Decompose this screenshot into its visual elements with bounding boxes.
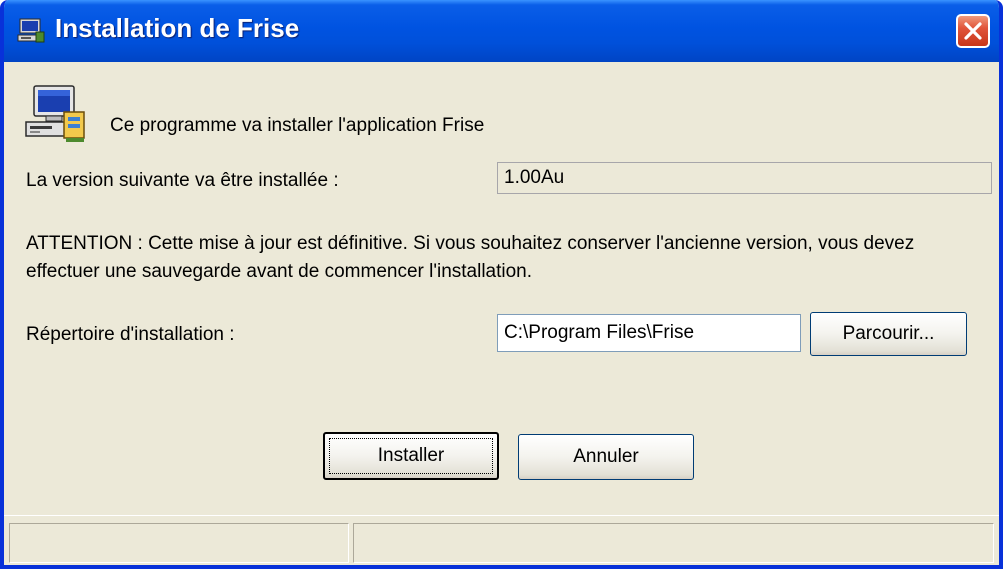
title-bar[interactable]: Installation de Frise bbox=[4, 0, 999, 62]
status-pane-right bbox=[353, 523, 994, 563]
intro-text: Ce programme va installer l'application … bbox=[110, 115, 485, 136]
window-title: Installation de Frise bbox=[55, 13, 300, 43]
focus-rectangle bbox=[329, 438, 493, 474]
browse-button[interactable]: Parcourir... bbox=[810, 312, 967, 356]
attention-text: ATTENTION : Cette mise à jour est défini… bbox=[26, 233, 915, 282]
directory-input[interactable] bbox=[497, 314, 801, 352]
installer-dialog: Installation de Frise Ce programme va in… bbox=[0, 0, 1003, 569]
install-button[interactable]: Installer bbox=[323, 432, 499, 480]
status-pane-left bbox=[9, 523, 349, 563]
dialog-content: Ce programme va installer l'application … bbox=[4, 62, 999, 565]
close-icon bbox=[964, 22, 982, 40]
status-bar bbox=[4, 515, 999, 565]
computer-install-icon bbox=[25, 85, 85, 142]
directory-label: Répertoire d'installation : bbox=[26, 324, 235, 345]
computer-setup-icon bbox=[17, 18, 45, 43]
version-label: La version suivante va être installée : bbox=[26, 170, 339, 191]
close-button[interactable] bbox=[956, 14, 990, 48]
cancel-button[interactable]: Annuler bbox=[518, 434, 694, 480]
version-field: 1.00Au bbox=[497, 162, 992, 194]
